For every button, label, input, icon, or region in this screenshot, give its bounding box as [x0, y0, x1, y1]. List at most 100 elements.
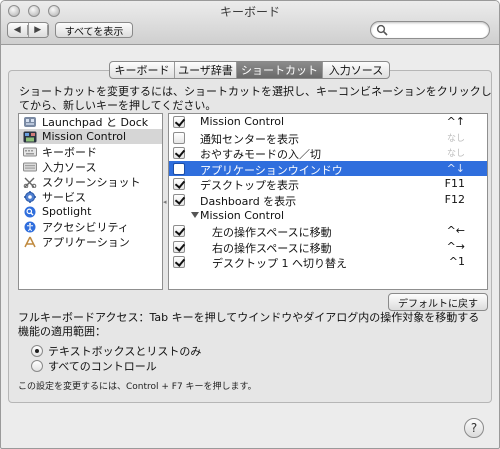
tab-keyboard[interactable]: キーボード [110, 62, 175, 78]
back-forward-control: ◀ ▶ [7, 22, 49, 38]
shortcut-list: Mission Control ^↑ 通知センターを表示 なし おやすみモードの… [168, 113, 488, 290]
category-label: アクセシビリティ [42, 220, 129, 234]
category-label: Launchpad と Dock [42, 115, 149, 129]
shortcut-key[interactable]: F12 [445, 193, 465, 206]
shortcut-checkbox[interactable] [173, 240, 185, 253]
category-label: アプリケーション [42, 235, 130, 249]
tab-label: キーボード [114, 64, 170, 77]
shortcut-row-notification-center[interactable]: 通知センターを表示 なし [169, 130, 487, 146]
question-mark-icon: ? [470, 421, 478, 435]
shortcut-checkbox[interactable] [173, 178, 185, 191]
window-title: キーボード [219, 5, 280, 19]
instructions-text: ショートカットを変更するには、ショートカットを選択し、キーコンビネーションをクリ… [19, 85, 492, 112]
category-item-input-sources[interactable]: 入力ソース [19, 159, 162, 174]
shortcut-checkbox[interactable] [173, 147, 185, 160]
shortcut-checkbox[interactable] [173, 193, 185, 206]
forward-arrow-icon: ▶ [29, 25, 48, 35]
input-source-icon [23, 161, 37, 173]
shortcut-group-label: Mission Control [200, 208, 285, 222]
toolbar: キーボード ◀ ▶ すべてを表示 [1, 1, 499, 45]
shortcut-checkbox[interactable] [173, 116, 185, 128]
help-button[interactable]: ? [464, 418, 484, 438]
radio-text-boxes-and-lists[interactable]: テキストボックスとリストのみ [31, 344, 201, 358]
screenshot-icon [23, 176, 37, 188]
shortcut-key[interactable]: ^↑ [447, 115, 465, 128]
category-item-launchpad-dock[interactable]: Launchpad と Dock [19, 114, 162, 129]
shortcut-label: アプリケーションウインドウ [200, 163, 343, 177]
hint-text: この設定を変更するには、Control + F7 キーを押します。 [18, 382, 257, 392]
disclosure-triangle-icon[interactable] [191, 211, 199, 218]
shortcut-row-show-desktop[interactable]: デスクトップを表示 F11 [169, 176, 487, 192]
category-list: Launchpad と Dock Mission Control キーボード 入… [18, 113, 163, 290]
tab-label: ショートカット [241, 64, 318, 77]
applications-icon [23, 236, 37, 248]
search-icon [376, 24, 388, 36]
category-label: 入力ソース [42, 160, 97, 174]
back-arrow-icon: ◀ [8, 25, 28, 35]
tab-label: 入力ソース [328, 64, 384, 77]
category-item-applications[interactable]: アプリケーション [19, 234, 162, 249]
shortcut-label: Dashboard を表示 [200, 194, 297, 208]
keyboard-icon [23, 146, 37, 158]
radio-all-controls[interactable]: すべてのコントロール [31, 359, 157, 373]
radio-button[interactable] [31, 360, 43, 372]
shortcut-group-mission-control[interactable]: Mission Control [169, 208, 487, 224]
full-keyboard-access-text: フルキーボードアクセス：Tab キーを押してウインドウやダイアログ内の操作対象を… [18, 311, 480, 338]
category-label: サービス [42, 190, 86, 204]
category-item-spotlight[interactable]: Spotlight [19, 204, 162, 219]
shortcut-key[interactable]: ^← [447, 224, 465, 237]
tab-user-dictionary[interactable]: ユーザ辞書 [175, 62, 237, 78]
shortcut-label: おやすみモードの入／切 [200, 148, 321, 162]
services-gear-icon [23, 190, 37, 203]
shortcut-label: デスクトップを表示 [200, 179, 299, 193]
category-item-keyboard[interactable]: キーボード [19, 144, 162, 159]
shortcut-key[interactable]: ^↓ [447, 162, 465, 175]
shortcut-checkbox[interactable] [173, 256, 185, 269]
shortcut-checkbox[interactable] [173, 131, 185, 144]
tab-shortcuts[interactable]: ショートカット [237, 62, 323, 78]
category-item-accessibility[interactable]: アクセシビリティ [19, 219, 162, 234]
shortcut-key[interactable]: なし [447, 131, 465, 144]
shortcut-row-move-right-space[interactable]: 右の操作スペースに移動 ^→ [169, 239, 487, 255]
shortcut-row-switch-desktop-1[interactable]: デスクトップ 1 へ切り替え ^1 [169, 254, 487, 270]
shortcut-row-mission-control[interactable]: Mission Control ^↑ [169, 114, 487, 130]
shortcut-checkbox[interactable] [173, 162, 185, 175]
category-label: Mission Control [42, 130, 127, 143]
shortcut-row-show-dashboard[interactable]: Dashboard を表示 F12 [169, 192, 487, 208]
back-button[interactable]: ◀ [8, 23, 29, 37]
shortcut-label: 右の操作スペースに移動 [212, 241, 332, 255]
launchpad-icon [23, 116, 37, 128]
shortcut-key[interactable]: F11 [445, 177, 465, 190]
shortcut-row-do-not-disturb[interactable]: おやすみモードの入／切 なし [169, 145, 487, 161]
shortcut-key[interactable]: ^1 [449, 255, 465, 268]
shortcut-row-application-windows[interactable]: アプリケーションウインドウ ^↓ [169, 160, 487, 177]
restore-defaults-button[interactable]: デフォルトに戻す [388, 293, 488, 311]
radio-label: すべてのコントロール [48, 360, 157, 373]
search-field[interactable] [370, 21, 490, 39]
search-input[interactable] [389, 23, 485, 37]
spotlight-icon [23, 206, 37, 218]
tab-bar: キーボード ユーザ辞書 ショートカット 入力ソース [109, 61, 390, 79]
category-item-services[interactable]: サービス [19, 189, 162, 204]
accessibility-icon [23, 221, 37, 233]
shortcut-label: 左の操作スペースに移動 [212, 226, 332, 240]
show-all-button[interactable]: すべてを表示 [55, 22, 133, 38]
shortcut-checkbox[interactable] [173, 225, 185, 238]
shortcut-row-move-left-space[interactable]: 左の操作スペースに移動 ^← [169, 223, 487, 239]
preferences-window: キーボード ◀ ▶ すべてを表示 キーボード ユーザ辞書 ショートカット 入力ソ… [0, 0, 500, 449]
shortcut-label: デスクトップ 1 へ切り替え [212, 257, 347, 271]
shortcut-label: Mission Control [200, 115, 285, 128]
category-label: キーボード [42, 145, 97, 159]
shortcut-key[interactable]: ^→ [447, 240, 465, 253]
category-label: Spotlight [42, 205, 92, 218]
category-item-mission-control[interactable]: Mission Control [19, 129, 162, 144]
tab-input-sources[interactable]: 入力ソース [323, 62, 389, 78]
shortcut-label: 通知センターを表示 [200, 132, 299, 146]
radio-button[interactable] [31, 345, 43, 357]
mission-control-icon [23, 131, 37, 143]
tab-label: ユーザ辞書 [178, 64, 233, 77]
forward-button[interactable]: ▶ [29, 23, 48, 37]
shortcut-key[interactable]: なし [447, 146, 465, 159]
category-item-screenshots[interactable]: スクリーンショット [19, 174, 162, 189]
category-label: スクリーンショット [42, 175, 141, 189]
